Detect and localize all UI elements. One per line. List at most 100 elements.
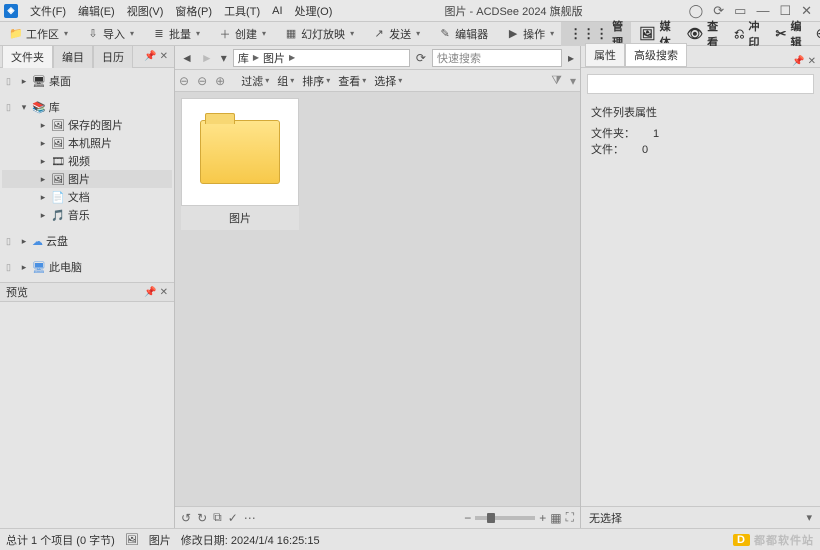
address-bar: ◄ ► ▾ 库 ▶ 图片 ▶ ⟳ 快速搜索 ▸ bbox=[175, 46, 580, 70]
sort-button[interactable]: 排序▾ bbox=[302, 73, 330, 89]
zoom-slider[interactable] bbox=[475, 516, 535, 520]
zoom-in-icon[interactable]: + bbox=[539, 511, 546, 525]
preview-pane bbox=[0, 302, 174, 528]
property-body: 文件列表属性 文件夹：1 文件：0 bbox=[581, 100, 820, 506]
mode-media[interactable]: 🖼媒体 bbox=[631, 22, 679, 46]
tree-cloud[interactable]: ▯▸☁云盘 bbox=[2, 232, 172, 250]
select-button[interactable]: 选择▾ bbox=[374, 73, 402, 89]
statusbar: 总计 1 个项目 (0 字节) 🖼 图片 修改日期: 2024/1/4 16:2… bbox=[0, 528, 820, 550]
quick-search-input[interactable]: 快速搜索 bbox=[432, 49, 562, 67]
tree-desktop[interactable]: ▯▸🖥桌面 bbox=[2, 72, 172, 90]
tab-calendar[interactable]: 日历 bbox=[93, 45, 133, 68]
filter-opts-icon[interactable]: ▾ bbox=[570, 74, 576, 88]
tree-library[interactable]: ▯▾📚库 bbox=[2, 98, 172, 116]
rotate-right-icon[interactable]: ↻ bbox=[197, 511, 207, 525]
prop-file-value: 0 bbox=[642, 142, 648, 158]
tree-this-pc[interactable]: ▯▸🖥此电脑 bbox=[2, 258, 172, 276]
compare-icon[interactable]: ⧉ bbox=[213, 510, 222, 525]
pin-icon[interactable]: 📌 ✕ bbox=[138, 51, 174, 62]
chevron-right-icon: ▶ bbox=[289, 53, 295, 62]
cloud-icon: ☁ bbox=[32, 235, 43, 248]
more-icon[interactable]: ⋯ bbox=[244, 511, 256, 525]
property-header: 文件列表属性 bbox=[591, 104, 810, 120]
tab-properties[interactable]: 属性 bbox=[585, 43, 625, 67]
nav-next-icon[interactable]: ⊖ bbox=[197, 74, 207, 88]
view-mode-icon[interactable]: ▦ bbox=[550, 511, 561, 525]
preview-title: 预览 bbox=[6, 284, 28, 300]
maximize-icon[interactable]: ☐ bbox=[779, 3, 791, 19]
breadcrumb[interactable]: 库 ▶ 图片 ▶ bbox=[233, 49, 410, 67]
tree-saved-pictures[interactable]: ▸🖼保存的图片 bbox=[2, 116, 172, 134]
nav-prev-icon[interactable]: ⊖ bbox=[179, 74, 189, 88]
funnel-icon[interactable]: ⧩ bbox=[551, 73, 562, 88]
play-icon: ▶ bbox=[506, 27, 520, 41]
preview-pin-icon[interactable]: 📌 ✕ bbox=[144, 287, 168, 298]
mode-tabs: ⋮⋮⋮管理 🖼媒体 👁查看 ⎌冲印 ✂编辑 ⊕ ⫾⫾ bbox=[561, 22, 820, 45]
thumbnail-item[interactable]: 图片 bbox=[181, 98, 299, 230]
ext-icon[interactable]: ▭ bbox=[734, 3, 746, 19]
search-go-icon[interactable]: ▸ bbox=[566, 51, 576, 65]
tree-music[interactable]: ▸🎵音乐 bbox=[2, 206, 172, 224]
tb-create[interactable]: ＋创建▾ bbox=[213, 24, 271, 44]
menu-ai[interactable]: AI bbox=[266, 3, 288, 19]
develop-icon: ⎌ bbox=[734, 26, 744, 42]
menu-panes[interactable]: 窗格(P) bbox=[169, 1, 218, 21]
filter-button[interactable]: 过滤▾ bbox=[241, 73, 269, 89]
tree-videos[interactable]: ▸🎞视频 bbox=[2, 152, 172, 170]
tb-editor[interactable]: ✎编辑器 bbox=[433, 24, 493, 44]
tb-workspace[interactable]: 📁工作区▾ bbox=[4, 24, 73, 44]
mode-manage[interactable]: ⋮⋮⋮管理 bbox=[561, 22, 631, 46]
group-button[interactable]: 组▾ bbox=[277, 73, 294, 89]
globe-icon[interactable]: ⊕ bbox=[815, 25, 820, 42]
menu-edit[interactable]: 编辑(E) bbox=[72, 1, 121, 21]
tree-documents[interactable]: ▸📄文档 bbox=[2, 188, 172, 206]
status-type-icon: 🖼 bbox=[125, 533, 139, 546]
pc-icon: 🖥 bbox=[32, 261, 46, 274]
tree-local-photos[interactable]: ▸🖼本机照片 bbox=[2, 134, 172, 152]
sync-icon[interactable]: ⟳ bbox=[713, 3, 724, 19]
tb-send[interactable]: ↗发送▾ bbox=[367, 24, 425, 44]
crumb-pictures[interactable]: 图片 bbox=[263, 50, 285, 66]
mode-edit[interactable]: ✂编辑 bbox=[768, 22, 810, 46]
tb-slideshow[interactable]: ▦幻灯放映▾ bbox=[279, 24, 359, 44]
mode-develop[interactable]: ⎌冲印 bbox=[726, 22, 767, 46]
refresh-icon[interactable]: ⟳ bbox=[414, 51, 428, 65]
thumbnail-area[interactable]: 图片 bbox=[175, 92, 580, 506]
window-title: 图片 - ACDSee 2024 旗舰版 bbox=[338, 3, 688, 19]
crumb-library[interactable]: 库 bbox=[238, 50, 249, 66]
menu-view[interactable]: 视图(V) bbox=[121, 1, 170, 21]
minimize-icon[interactable]: — bbox=[756, 3, 769, 18]
menu-file[interactable]: 文件(F) bbox=[24, 1, 72, 21]
folder-icon bbox=[200, 120, 280, 184]
tab-catalog[interactable]: 编目 bbox=[53, 45, 93, 68]
view-button[interactable]: 查看▾ bbox=[338, 73, 366, 89]
tb-action[interactable]: ▶操作▾ bbox=[501, 24, 559, 44]
tb-batch[interactable]: ≣批量▾ bbox=[147, 24, 205, 44]
fullscreen-icon[interactable]: ⛶ bbox=[566, 510, 574, 525]
folder-icon: 📁 bbox=[9, 27, 23, 41]
zoom-out-icon[interactable]: − bbox=[464, 511, 471, 525]
tag-icon[interactable]: ✓ bbox=[228, 511, 238, 525]
create-icon: ＋ bbox=[218, 27, 232, 41]
mode-view[interactable]: 👁查看 bbox=[679, 22, 727, 46]
thumb-toolbar: ↺ ↻ ⧉ ✓ ⋯ − + ▦ ⛶ bbox=[175, 506, 580, 528]
prop-folder-value: 1 bbox=[653, 126, 659, 142]
folder-tree[interactable]: ▯▸🖥桌面 ▯▾📚库 ▸🖼保存的图片 ▸🖼本机照片 ▸🎞视频 ▸🖼图片 ▸📄文档… bbox=[0, 68, 174, 282]
nav-drop-icon[interactable]: ▾ bbox=[219, 51, 229, 65]
property-search-input[interactable] bbox=[587, 74, 814, 94]
chevron-right-icon: ▶ bbox=[253, 53, 259, 62]
prop-pin-icon[interactable]: 📌 ✕ bbox=[792, 56, 816, 67]
nav-back-icon[interactable]: ◄ bbox=[179, 51, 195, 65]
menu-process[interactable]: 处理(O) bbox=[289, 1, 339, 21]
tb-import[interactable]: ⇩导入▾ bbox=[81, 24, 139, 44]
tab-advanced-search[interactable]: 高级搜索 bbox=[625, 43, 687, 67]
nav-fwd-icon[interactable]: ► bbox=[199, 51, 215, 65]
tree-pictures[interactable]: ▸🖼图片 bbox=[2, 170, 172, 188]
selection-drop-icon[interactable]: ▾ bbox=[806, 511, 812, 524]
tab-folders[interactable]: 文件夹 bbox=[2, 45, 53, 68]
close-icon[interactable]: ✕ bbox=[801, 3, 812, 19]
rotate-left-icon[interactable]: ↺ bbox=[181, 511, 191, 525]
menu-tools[interactable]: 工具(T) bbox=[218, 1, 266, 21]
nav-up-icon[interactable]: ⊕ bbox=[215, 74, 225, 88]
user-icon[interactable]: ◯ bbox=[689, 3, 704, 19]
